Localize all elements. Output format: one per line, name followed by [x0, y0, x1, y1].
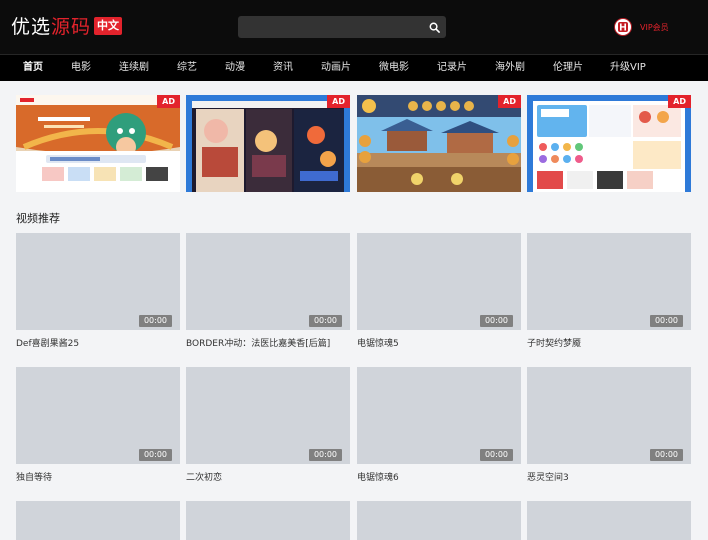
vip-label: VIP会员 [640, 22, 669, 32]
search-input[interactable] [238, 16, 420, 38]
main-nav: 首页 电影 连续剧 综艺 动漫 资讯 动画片 微电影 记录片 海外剧 伦理片 升… [0, 54, 708, 81]
nav-item-documentary[interactable]: 记录片 [437, 55, 467, 81]
nav-item-upgrade-vip[interactable]: 升级VIP [610, 55, 646, 81]
video-title[interactable]: 电锯惊魂5 [357, 336, 399, 349]
nav-item-home[interactable]: 首页 [23, 55, 43, 81]
video-thumbnail[interactable] [16, 501, 180, 540]
nav-item-overseas[interactable]: 海外剧 [495, 55, 525, 81]
logo-text-white: 优选 [11, 16, 52, 38]
video-title[interactable]: 子时契约梦魇 [527, 336, 581, 349]
video-thumbnail[interactable] [186, 501, 350, 540]
nav-item-cartoon[interactable]: 动画片 [321, 55, 351, 81]
nav-item-series[interactable]: 连续剧 [119, 55, 149, 81]
video-title[interactable]: 独自等待 [16, 470, 52, 483]
user-avatar-icon [618, 22, 628, 32]
section-title: 视频推荐 [16, 212, 60, 225]
nav-item-micro-film[interactable]: 微电影 [379, 55, 409, 81]
video-title[interactable]: BORDER冲动：法医比嘉美香[后篇] [186, 336, 330, 349]
nav-item-ethics[interactable]: 伦理片 [553, 55, 583, 81]
video-thumbnail[interactable] [527, 501, 691, 540]
duration-badge: 00:00 [138, 449, 172, 461]
video-title[interactable]: 恶灵空间3 [527, 470, 569, 483]
search-button[interactable] [422, 16, 446, 38]
ad-banner-1[interactable]: AD [16, 95, 180, 192]
video-thumbnail[interactable]: 00:00 [186, 233, 350, 330]
top-header: 优选源码 中文 VIP会员 [0, 0, 708, 54]
site-logo[interactable]: 优选源码 中文 [11, 15, 123, 39]
video-title[interactable]: 二次初恋 [186, 470, 222, 483]
video-thumbnail[interactable]: 00:00 [357, 367, 521, 464]
ad-tag: AD [498, 95, 521, 108]
duration-badge: 00:00 [308, 315, 342, 327]
ad-image-2 [186, 95, 350, 192]
duration-badge: 00:00 [649, 315, 683, 327]
video-thumbnail[interactable]: 00:00 [186, 367, 350, 464]
duration-badge: 00:00 [308, 449, 342, 461]
nav-item-news[interactable]: 资讯 [273, 55, 293, 81]
nav-item-movie[interactable]: 电影 [71, 55, 91, 81]
logo-badge: 中文 [94, 17, 123, 35]
video-thumbnail[interactable] [357, 501, 521, 540]
ad-tag: AD [668, 95, 691, 108]
search-box [238, 16, 446, 38]
duration-badge: 00:00 [479, 315, 513, 327]
video-thumbnail[interactable]: 00:00 [16, 367, 180, 464]
ad-banner-3[interactable]: AD [357, 95, 521, 192]
nav-item-variety[interactable]: 综艺 [177, 55, 197, 81]
video-title[interactable]: 电锯惊魂6 [357, 470, 399, 483]
ad-tag: AD [327, 95, 350, 108]
search-icon [429, 22, 440, 33]
video-thumbnail[interactable]: 00:00 [16, 233, 180, 330]
ad-banner-2[interactable]: AD [186, 95, 350, 192]
ad-image-3 [357, 95, 521, 192]
video-thumbnail[interactable]: 00:00 [357, 233, 521, 330]
nav-item-anime[interactable]: 动漫 [225, 55, 245, 81]
video-thumbnail[interactable]: 00:00 [527, 233, 691, 330]
ad-banner-4[interactable]: AD [527, 95, 691, 192]
ad-image-1 [16, 95, 180, 192]
ad-image-4 [527, 95, 691, 192]
duration-badge: 00:00 [479, 449, 513, 461]
vip-member-link[interactable]: VIP会员 [614, 16, 669, 38]
logo-text-red: 源码 [51, 16, 92, 38]
avatar[interactable] [614, 18, 632, 36]
duration-badge: 00:00 [138, 315, 172, 327]
video-thumbnail[interactable]: 00:00 [527, 367, 691, 464]
video-title[interactable]: Def喜剧果酱25 [16, 336, 79, 349]
ad-tag: AD [157, 95, 180, 108]
duration-badge: 00:00 [649, 449, 683, 461]
